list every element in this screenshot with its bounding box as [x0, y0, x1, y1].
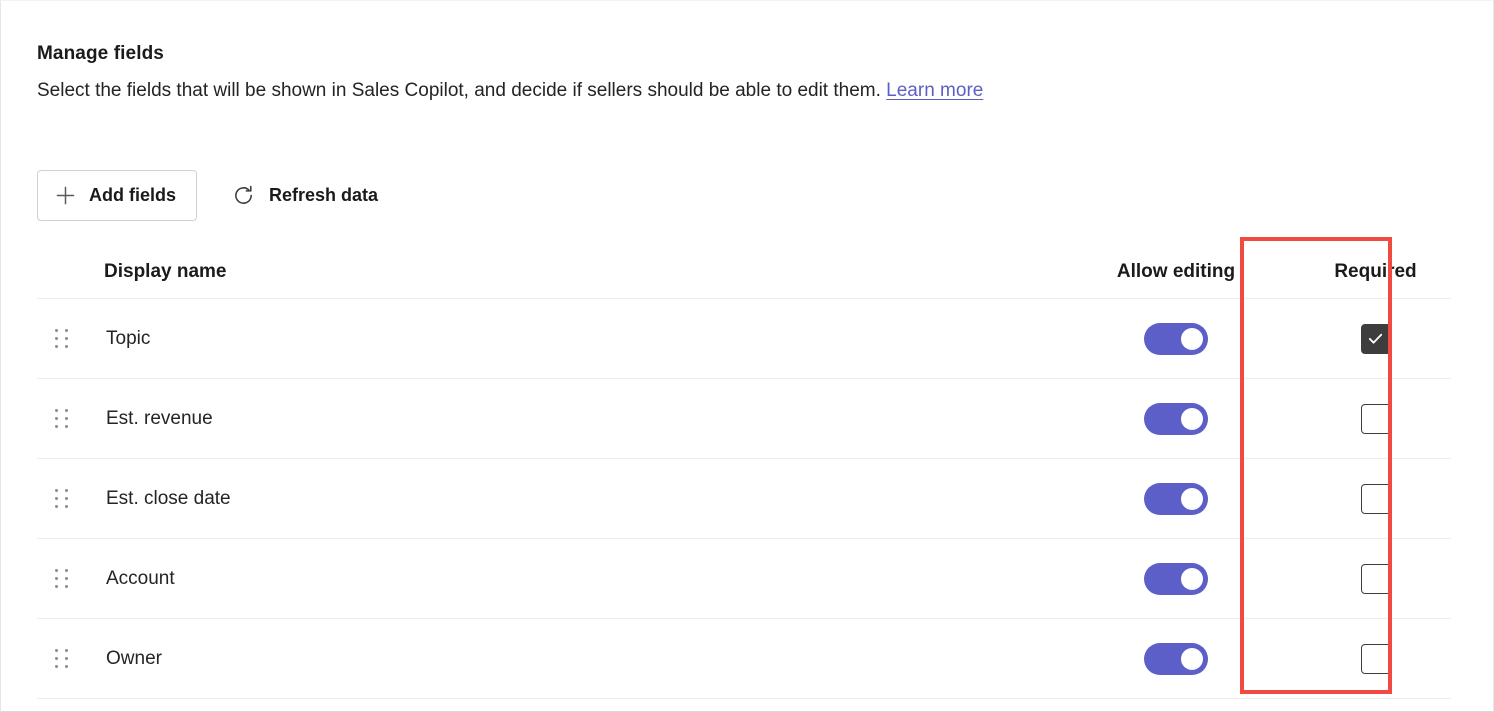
required-cell: [1300, 324, 1451, 354]
required-checkbox[interactable]: [1361, 484, 1391, 514]
allow-editing-toggle[interactable]: [1144, 643, 1208, 675]
row-drag-handle-cell: [37, 489, 83, 509]
row-drag-handle-cell: [37, 649, 83, 669]
column-header-display-name: Display name: [83, 261, 1052, 283]
required-checkbox[interactable]: [1361, 404, 1391, 434]
column-header-allow-editing: Allow editing: [1052, 261, 1300, 283]
table-row: Account: [37, 539, 1451, 619]
table-header-row: Display name Allow editing Required: [37, 246, 1451, 299]
refresh-icon: [232, 184, 255, 207]
row-drag-handle-cell: [37, 329, 83, 349]
drag-handle-icon[interactable]: [55, 569, 69, 589]
allow-editing-toggle[interactable]: [1144, 323, 1208, 355]
page-header: Manage fields Select the fields that wil…: [37, 43, 1437, 103]
drag-handle-icon[interactable]: [55, 489, 69, 509]
allow-editing-toggle[interactable]: [1144, 403, 1208, 435]
add-fields-label: Add fields: [89, 185, 176, 206]
table-row: Est. close date: [37, 459, 1451, 539]
allow-editing-cell: [1052, 323, 1300, 355]
required-cell: [1300, 484, 1451, 514]
toolbar: Add fields Refresh data: [37, 170, 391, 221]
fields-table: Display name Allow editing Required Topi…: [37, 246, 1451, 699]
field-display-name: Owner: [83, 648, 1052, 670]
allow-editing-cell: [1052, 563, 1300, 595]
allow-editing-cell: [1052, 403, 1300, 435]
allow-editing-toggle[interactable]: [1144, 563, 1208, 595]
manage-fields-page: Manage fields Select the fields that wil…: [0, 0, 1494, 712]
plus-icon: [55, 185, 76, 206]
allow-editing-cell: [1052, 643, 1300, 675]
table-row: Est. revenue: [37, 379, 1451, 459]
field-display-name: Account: [83, 568, 1052, 590]
required-checkbox[interactable]: [1361, 644, 1391, 674]
field-display-name: Est. revenue: [83, 408, 1052, 430]
add-fields-button[interactable]: Add fields: [37, 170, 197, 221]
required-checkbox[interactable]: [1361, 324, 1391, 354]
table-row: Topic: [37, 299, 1451, 379]
page-title: Manage fields: [37, 43, 1437, 66]
drag-handle-icon[interactable]: [55, 649, 69, 669]
page-description-text: Select the fields that will be shown in …: [37, 80, 881, 101]
row-drag-handle-cell: [37, 409, 83, 429]
row-drag-handle-cell: [37, 569, 83, 589]
drag-handle-icon[interactable]: [55, 409, 69, 429]
required-cell: [1300, 564, 1451, 594]
learn-more-link[interactable]: Learn more: [886, 80, 983, 101]
drag-handle-icon[interactable]: [55, 329, 69, 349]
required-checkbox[interactable]: [1361, 564, 1391, 594]
field-display-name: Topic: [83, 328, 1052, 350]
column-header-required: Required: [1300, 261, 1451, 283]
refresh-data-button[interactable]: Refresh data: [221, 170, 391, 221]
table-row: Owner: [37, 619, 1451, 699]
refresh-data-label: Refresh data: [269, 185, 378, 206]
allow-editing-toggle[interactable]: [1144, 483, 1208, 515]
allow-editing-cell: [1052, 483, 1300, 515]
required-cell: [1300, 644, 1451, 674]
required-cell: [1300, 404, 1451, 434]
page-description: Select the fields that will be shown in …: [37, 79, 1437, 103]
field-display-name: Est. close date: [83, 488, 1052, 510]
